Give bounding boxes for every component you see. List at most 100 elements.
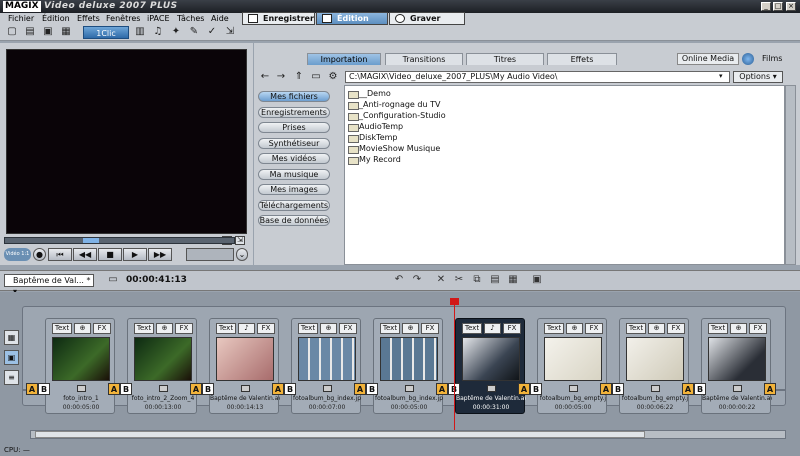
clip-fx-button[interactable]: FX xyxy=(421,323,439,334)
clip-thumbnail[interactable] xyxy=(380,337,438,381)
zoom-icon[interactable]: ⊕ xyxy=(74,323,91,334)
transition-b-marker[interactable]: B xyxy=(120,383,132,395)
timeline-scroll-thumb[interactable] xyxy=(35,431,645,438)
storyboard-clip[interactable]: Text ⊕ FX Baptême de Valentin.avi 00:00:00:2… xyxy=(701,318,772,414)
clip-fx-button[interactable]: FX xyxy=(93,323,111,334)
clip-text-button[interactable]: Text xyxy=(626,323,646,334)
zoom-icon[interactable]: ⊕ xyxy=(402,323,419,334)
mode-record-button[interactable]: Enregistrer xyxy=(242,12,315,25)
computer-icon[interactable]: ▭ xyxy=(310,71,322,83)
preview-scrubber[interactable] xyxy=(4,237,235,244)
clip-fx-button[interactable]: FX xyxy=(667,323,685,334)
minimize-button[interactable]: _ xyxy=(761,2,771,11)
preview-mode-badge[interactable]: Vidéo 1:1 xyxy=(4,248,31,261)
mode-edit-button[interactable]: Édition xyxy=(316,12,388,25)
record-button[interactable]: ● xyxy=(33,248,46,261)
clip-thumbnail[interactable] xyxy=(216,337,274,381)
menu-edit[interactable]: Édition xyxy=(42,14,70,23)
scene-view-icon[interactable]: ▣ xyxy=(4,350,19,365)
timeline-view-icon[interactable]: ≡ xyxy=(4,370,19,385)
clip-fx-button[interactable]: FX xyxy=(339,323,357,334)
clip-thumbnail[interactable] xyxy=(708,337,766,381)
folder-item[interactable]: DiskTemp xyxy=(347,133,398,143)
menu-ipace[interactable]: iPACE xyxy=(147,14,170,23)
source-recordings[interactable]: Enregistrements xyxy=(258,107,330,118)
transition-a-marker[interactable]: A xyxy=(26,383,38,395)
zoom-icon[interactable]: ⊕ xyxy=(320,323,337,334)
films-link[interactable]: Films xyxy=(762,54,782,63)
path-field[interactable]: C:\MAGIX\Video_deluxe_2007_PLUS\My Audio… xyxy=(345,71,730,83)
clip-text-button[interactable]: Text xyxy=(216,323,236,334)
monitor-icon[interactable]: ▭ xyxy=(106,273,120,287)
clip-thumbnail[interactable] xyxy=(626,337,684,381)
forward-arrow-icon[interactable]: → xyxy=(275,71,287,83)
clip-text-button[interactable]: Text xyxy=(298,323,318,334)
undo-icon[interactable]: ↶ xyxy=(392,273,406,287)
source-my-videos[interactable]: Mes vidéos xyxy=(258,153,330,164)
render-icon[interactable]: ▣ xyxy=(530,273,544,287)
transition-b-marker[interactable]: B xyxy=(530,383,542,395)
clip-fx-button[interactable]: FX xyxy=(175,323,193,334)
storyboard-clip[interactable]: Text ♪ FX Baptême de Valentin.avi 00:00:14:1… xyxy=(209,318,280,414)
clip-thumbnail[interactable] xyxy=(298,337,356,381)
zoom-icon[interactable]: ⊕ xyxy=(648,323,665,334)
new-file-icon[interactable]: ▢ xyxy=(6,26,18,38)
clip-fx-button[interactable]: FX xyxy=(503,323,521,334)
one-click-button[interactable]: 1Clic xyxy=(83,26,129,39)
export-icon[interactable]: ⇲ xyxy=(224,26,236,38)
online-media-button[interactable]: Online Media xyxy=(677,53,739,65)
storyboard-view-icon[interactable]: ▦ xyxy=(4,330,19,345)
storyboard-clip[interactable]: Text ⊕ FX fotoalbum_bg_empty.j 00:00:06:22 xyxy=(619,318,689,414)
transition-a-marker[interactable]: A xyxy=(190,383,202,395)
go-start-button[interactable]: ⏮ xyxy=(48,248,72,261)
transition-a-marker[interactable]: A xyxy=(600,383,612,395)
play-button[interactable]: ▶ xyxy=(123,248,147,261)
check-icon[interactable]: ✓ xyxy=(206,26,218,38)
scrubber-handle[interactable] xyxy=(83,238,99,243)
folder-up-icon[interactable]: ⇑ xyxy=(293,71,305,83)
source-database[interactable]: Base de données xyxy=(258,215,330,226)
back-arrow-icon[interactable]: ← xyxy=(259,71,271,83)
clip-fx-button[interactable]: FX xyxy=(585,323,603,334)
storyboard-clip[interactable]: Text ⊕ FX fotoalbum_bg_empty.j 00:00:05:00 xyxy=(537,318,607,414)
storyboard-clip[interactable]: Text ⊕ FX fotoalbum_bg_index.jp 00:00:05:00 xyxy=(373,318,443,414)
options-button[interactable]: Options ▾ xyxy=(733,71,783,83)
menu-help[interactable]: Aide xyxy=(211,14,229,23)
zoom-icon[interactable]: ⊕ xyxy=(156,323,173,334)
rewind-button[interactable]: ◀◀ xyxy=(73,248,97,261)
menu-windows[interactable]: Fenêtres xyxy=(106,14,140,23)
folder-item[interactable]: MovieShow Musique xyxy=(347,144,440,154)
close-button[interactable]: × xyxy=(786,2,796,11)
film-icon[interactable]: ▥ xyxy=(134,26,146,38)
speaker-icon[interactable]: ♪ xyxy=(484,323,501,334)
speaker-icon[interactable]: ♪ xyxy=(238,323,255,334)
transition-b-marker[interactable]: B xyxy=(38,383,50,395)
clip-thumbnail[interactable] xyxy=(134,337,192,381)
transition-b-marker[interactable]: B xyxy=(284,383,296,395)
playback-options[interactable] xyxy=(186,248,234,261)
audio-icon[interactable]: ♫ xyxy=(152,26,164,38)
detach-icon[interactable]: ⇲ xyxy=(235,236,245,245)
clip-text-button[interactable]: Text xyxy=(134,323,154,334)
chevron-down-icon[interactable]: ▾ xyxy=(719,72,723,80)
stop-button[interactable]: ■ xyxy=(98,248,122,261)
redo-icon[interactable]: ↷ xyxy=(410,273,424,287)
group-icon[interactable]: ▦ xyxy=(506,273,520,287)
transition-a-marker[interactable]: A xyxy=(518,383,530,395)
transition-a-marker[interactable]: A xyxy=(764,383,776,395)
source-synthesizer[interactable]: Synthétiseur xyxy=(258,138,330,149)
maximize-button[interactable]: □ xyxy=(773,2,783,11)
open-folder-icon[interactable]: ▤ xyxy=(24,26,36,38)
source-downloads[interactable]: Téléchargements xyxy=(258,200,330,211)
transition-a-marker[interactable]: A xyxy=(108,383,120,395)
view-toggle-icon[interactable]: ⚙ xyxy=(327,71,339,83)
source-takes[interactable]: Prises xyxy=(258,122,330,133)
menu-file[interactable]: Fichier xyxy=(8,14,34,23)
clip-fx-button[interactable]: FX xyxy=(749,323,767,334)
source-my-music[interactable]: Ma musique xyxy=(258,169,330,180)
transition-a-marker[interactable]: A xyxy=(354,383,366,395)
expand-chevron-icon[interactable]: ⌄ xyxy=(236,248,248,261)
clip-thumbnail[interactable] xyxy=(544,337,602,381)
clip-thumbnail[interactable] xyxy=(462,337,520,381)
globe-icon[interactable] xyxy=(742,53,754,65)
